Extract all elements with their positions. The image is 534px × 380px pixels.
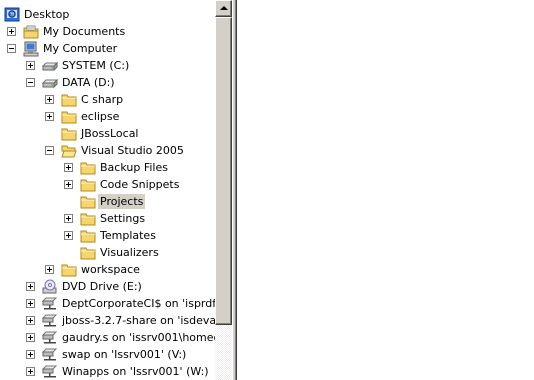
folder-icon	[80, 211, 96, 227]
tree-item-settings[interactable]: Settings	[0, 210, 215, 227]
tree-item-label: Backup Files	[100, 161, 168, 174]
expand-plus-icon[interactable]	[26, 367, 35, 376]
tree-item-workspace[interactable]: workspace	[0, 261, 215, 278]
tree-item-dvd-drive-e[interactable]: DVD Drive (E:)	[0, 278, 215, 295]
folder-icon	[61, 109, 77, 125]
expand-plus-icon[interactable]	[45, 265, 54, 274]
tree-item-label: DeptCorporateCI$ on 'isprdfil01	[62, 297, 215, 310]
desktop-icon: e	[4, 7, 20, 23]
folder-icon	[80, 194, 96, 210]
hard-drive-icon	[42, 75, 58, 91]
collapse-minus-icon[interactable]	[26, 78, 35, 87]
dvd-drive-icon	[42, 279, 58, 295]
tree-item-visual-studio-2005[interactable]: Visual Studio 2005	[0, 142, 215, 159]
tree-item-jbosslocal[interactable]: JBossLocal	[0, 125, 215, 142]
expand-plus-icon[interactable]	[64, 180, 73, 189]
tree-item-label: DVD Drive (E:)	[62, 280, 142, 293]
network-drive-icon	[42, 330, 58, 346]
hard-drive-icon	[42, 58, 58, 74]
tree-item-jboss-3-2-7-share-on-isdevapp[interactable]: jboss-3.2.7-share on 'isdevapp	[0, 312, 215, 329]
network-drive-icon	[42, 313, 58, 329]
tree-item-label: Projects	[98, 194, 146, 209]
network-drive-icon	[42, 364, 58, 380]
expand-plus-icon[interactable]	[26, 299, 35, 308]
folder-tree[interactable]: e Desktop My Documents My Computer SYSTEM (C…	[0, 0, 215, 380]
tree-item-label: Winapps on 'Issrv001' (W:)	[62, 365, 209, 378]
tree-item-eclipse[interactable]: eclipse	[0, 108, 215, 125]
expand-plus-icon[interactable]	[26, 350, 35, 359]
tree-item-label: C sharp	[81, 93, 124, 106]
tree-item-label: DATA (D:)	[62, 76, 115, 89]
tree-item-label: eclipse	[81, 110, 120, 123]
svg-text:e: e	[10, 11, 14, 18]
folder-open-icon	[61, 143, 77, 159]
tree-item-winapps-on-issrv001-w[interactable]: Winapps on 'Issrv001' (W:)	[0, 363, 215, 380]
tree-item-label: workspace	[81, 263, 140, 276]
tree-item-swap-on-issrv001-v[interactable]: swap on 'Issrv001' (V:)	[0, 346, 215, 363]
tree-item-label: Visual Studio 2005	[81, 144, 184, 157]
network-drive-icon	[42, 296, 58, 312]
folder-icon	[80, 245, 96, 261]
tree-item-label: Templates	[100, 229, 156, 242]
arrow-up-icon	[220, 6, 228, 10]
tree-item-my-documents[interactable]: My Documents	[0, 23, 215, 40]
tree-item-label: SYSTEM (C:)	[62, 59, 130, 72]
expand-plus-icon[interactable]	[26, 333, 35, 342]
tree-item-label: JBossLocal	[81, 127, 139, 140]
tree-item-gaudry-s-on-issrv001-homedir[interactable]: gaudry.s on 'issrv001\homedir$	[0, 329, 215, 346]
my-computer-icon	[23, 41, 39, 57]
folder-icon	[80, 160, 96, 176]
expand-plus-icon[interactable]	[26, 316, 35, 325]
expand-plus-icon[interactable]	[45, 95, 54, 104]
tree-item-label: Settings	[100, 212, 146, 225]
expand-plus-icon[interactable]	[7, 27, 16, 36]
content-pane[interactable]	[236, 0, 534, 380]
tree-item-deptcorporateci-on-isprdfil01[interactable]: DeptCorporateCI$ on 'isprdfil01	[0, 295, 215, 312]
expand-plus-icon[interactable]	[64, 163, 73, 172]
collapse-minus-icon[interactable]	[45, 146, 54, 155]
scroll-thumb[interactable]	[215, 17, 232, 325]
folder-icon	[61, 126, 77, 142]
folder-icon	[61, 92, 77, 108]
tree-item-label: Desktop	[24, 8, 70, 21]
tree-item-label: gaudry.s on 'issrv001\homedir$	[62, 331, 215, 344]
expand-plus-icon[interactable]	[45, 112, 54, 121]
tree-item-data-d[interactable]: DATA (D:)	[0, 74, 215, 91]
tree-item-c-sharp[interactable]: C sharp	[0, 91, 215, 108]
expand-plus-icon[interactable]	[26, 61, 35, 70]
tree-item-backup-files[interactable]: Backup Files	[0, 159, 215, 176]
collapse-minus-icon[interactable]	[7, 44, 16, 53]
folder-icon	[80, 228, 96, 244]
expand-plus-icon[interactable]	[26, 282, 35, 291]
tree-item-label: My Documents	[43, 25, 126, 38]
tree-item-desktop[interactable]: e Desktop	[0, 6, 215, 23]
tree-vertical-scrollbar[interactable]	[215, 0, 232, 380]
folder-icon	[80, 177, 96, 193]
tree-item-label: swap on 'Issrv001' (V:)	[62, 348, 187, 361]
tree-item-label: Visualizers	[100, 246, 159, 259]
tree-item-projects[interactable]: Projects	[0, 193, 215, 210]
tree-item-templates[interactable]: Templates	[0, 227, 215, 244]
expand-plus-icon[interactable]	[64, 231, 73, 240]
tree-item-label: My Computer	[43, 42, 118, 55]
scroll-up-button[interactable]	[215, 0, 232, 17]
folder-icon	[61, 262, 77, 278]
expand-plus-icon[interactable]	[64, 214, 73, 223]
tree-item-visualizers[interactable]: Visualizers	[0, 244, 215, 261]
tree-item-label: jboss-3.2.7-share on 'isdevapp	[62, 314, 215, 327]
tree-item-label: Code Snippets	[100, 178, 180, 191]
tree-item-code-snippets[interactable]: Code Snippets	[0, 176, 215, 193]
tree-item-system-c[interactable]: SYSTEM (C:)	[0, 57, 215, 74]
my-documents-icon	[23, 24, 39, 40]
tree-item-my-computer[interactable]: My Computer	[0, 40, 215, 57]
network-drive-icon	[42, 347, 58, 363]
